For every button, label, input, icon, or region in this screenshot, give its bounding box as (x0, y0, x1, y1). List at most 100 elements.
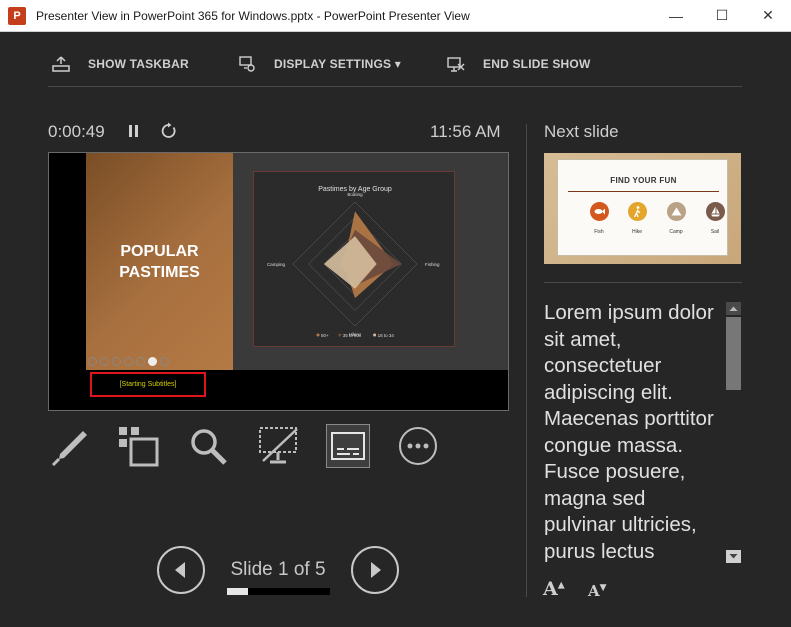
legend-marker (338, 333, 342, 337)
toolbar-divider (48, 86, 742, 87)
next-slide-label: Next slide (544, 122, 619, 141)
minimize-icon: — (669, 7, 683, 24)
previous-slide-button[interactable] (157, 546, 205, 594)
elapsed-timer: 0:00:49 (48, 122, 105, 141)
hiker-icon (627, 202, 647, 221)
speaker-notes[interactable]: Lorem ipsum dolor sit amet, consectetuer… (544, 300, 714, 565)
decrease-font-label: A (588, 582, 600, 600)
subtitle-caption: [Starting Subtitles] (90, 372, 206, 397)
legend-marker (316, 333, 320, 337)
next-item-label: Fish (594, 229, 604, 235)
display-settings-label: DISPLAY SETTINGS ▾ (274, 57, 401, 71)
slide-show-controls (88, 357, 169, 367)
taskbar-icon (52, 56, 70, 72)
slide-counter[interactable]: Slide 1 of 5 (226, 559, 330, 581)
subtitles-icon (331, 432, 365, 460)
slide-title-line-2: PASTIMES (119, 264, 200, 281)
end-slide-show-label: END SLIDE SHOW (483, 57, 591, 71)
next-item-label: Camp (669, 229, 683, 235)
slide-progress-fill (227, 588, 248, 595)
next-item-fish: Fish (584, 202, 614, 235)
chevron-right-icon (371, 562, 381, 578)
next-slide-card: FIND YOUR FUN Fish Hike Camp Sail (557, 159, 728, 256)
slides-grid-icon (119, 427, 159, 467)
radar-chart-svg: BoatingFishingHikingCamping50+ 35 to 50 18… (267, 192, 440, 338)
end-show-icon (447, 57, 465, 72)
slide-title-line-1: POPULAR (120, 243, 199, 260)
next-item-hike: Hike (622, 202, 652, 235)
scroll-up-button[interactable] (726, 302, 741, 315)
increase-font-button[interactable]: A▲ (543, 578, 565, 600)
increase-caret-icon: ▲ (557, 580, 565, 591)
chevron-left-icon (175, 562, 185, 578)
black-screen-button[interactable] (256, 424, 300, 468)
next-slide-preview[interactable]: FIND YOUR FUN Fish Hike Camp Sail (544, 153, 741, 264)
title-bar: P Presenter View in PowerPoint 365 for W… (0, 0, 791, 32)
minimize-button[interactable]: — (653, 0, 699, 31)
current-slide[interactable]: POPULAR PASTIMES Pastimes by Age Group B… (48, 152, 509, 411)
more-options-icon (399, 427, 437, 465)
slide-title: POPULAR PASTIMES (86, 241, 233, 283)
radar-axis-label: Camping (267, 262, 286, 267)
legend-label: 18 to 34 (378, 333, 395, 338)
maximize-icon: ☐ (715, 7, 729, 23)
next-slide-title: FIND YOUR FUN (610, 176, 677, 185)
next-slide-button[interactable] (351, 546, 399, 594)
see-all-slides-button[interactable] (116, 424, 160, 468)
sailboat-icon (705, 202, 725, 221)
show-taskbar-label: SHOW TASKBAR (88, 57, 189, 71)
decrease-font-button[interactable]: A▼ (588, 582, 607, 600)
zoom-icon (191, 429, 227, 465)
toggle-subtitles-button[interactable] (326, 424, 370, 468)
scroll-thumb[interactable] (726, 317, 741, 390)
slide-title-panel: POPULAR PASTIMES (86, 153, 233, 370)
radar-axis-label: Boating (347, 192, 363, 197)
close-button[interactable]: ✕ (745, 0, 791, 31)
more-options-button[interactable] (396, 424, 440, 468)
black-screen-icon (259, 427, 298, 464)
scroll-down-icon (729, 554, 738, 559)
pause-timer-button[interactable] (127, 123, 141, 139)
zoom-button[interactable] (186, 424, 230, 468)
prev-slide-mini-icon[interactable] (88, 357, 97, 366)
pen-icon (51, 431, 87, 466)
close-icon: ✕ (762, 7, 774, 23)
tent-icon (666, 202, 686, 221)
next-slide-mini-icon[interactable] (100, 357, 109, 366)
subtitles-mini-icon[interactable] (148, 357, 157, 366)
end-slide-show-button[interactable]: END SLIDE SHOW (447, 54, 590, 74)
more-mini-icon[interactable] (160, 357, 169, 366)
legend-label: 35 to 50 (343, 333, 360, 338)
scroll-up-icon (729, 306, 738, 311)
next-item-label: Sail (710, 229, 720, 235)
zoom-mini-icon[interactable] (136, 357, 145, 366)
pause-icon (129, 125, 138, 137)
restart-timer-button[interactable] (160, 122, 178, 140)
pen-mini-icon[interactable] (112, 357, 121, 366)
grid-mini-icon[interactable] (124, 357, 133, 366)
next-slide-rule (568, 191, 719, 192)
scroll-down-button[interactable] (726, 550, 741, 563)
fish-icon (589, 202, 609, 221)
restart-icon (161, 122, 176, 138)
next-item-label: Hike (631, 229, 642, 235)
legend-marker (373, 333, 377, 337)
display-settings-button[interactable]: DISPLAY SETTINGS ▾ (238, 54, 401, 74)
maximize-button[interactable]: ☐ (699, 0, 745, 31)
powerpoint-icon: P (8, 7, 26, 25)
notes-divider (544, 282, 742, 283)
legend-label: 50+ (321, 333, 329, 338)
window-title: Presenter View in PowerPoint 365 for Win… (36, 9, 470, 23)
increase-font-label: A (543, 578, 558, 600)
radar-chart: Pastimes by Age Group Boating Fishing Hiki… (253, 171, 455, 347)
notes-scrollbar[interactable] (726, 302, 741, 563)
pane-splitter[interactable] (526, 124, 527, 597)
slide-chart-panel: Pastimes by Age Group Boating Fishing Hiki… (233, 153, 508, 370)
radar-axis-label: Fishing (425, 262, 440, 267)
show-taskbar-button[interactable]: SHOW TASKBAR (52, 54, 189, 74)
next-item-sail: Sail (700, 202, 730, 235)
next-item-camp: Camp (661, 202, 691, 235)
display-settings-icon (239, 56, 255, 72)
pen-tool-button[interactable] (48, 424, 92, 468)
decrease-caret-icon: ▼ (599, 583, 607, 593)
